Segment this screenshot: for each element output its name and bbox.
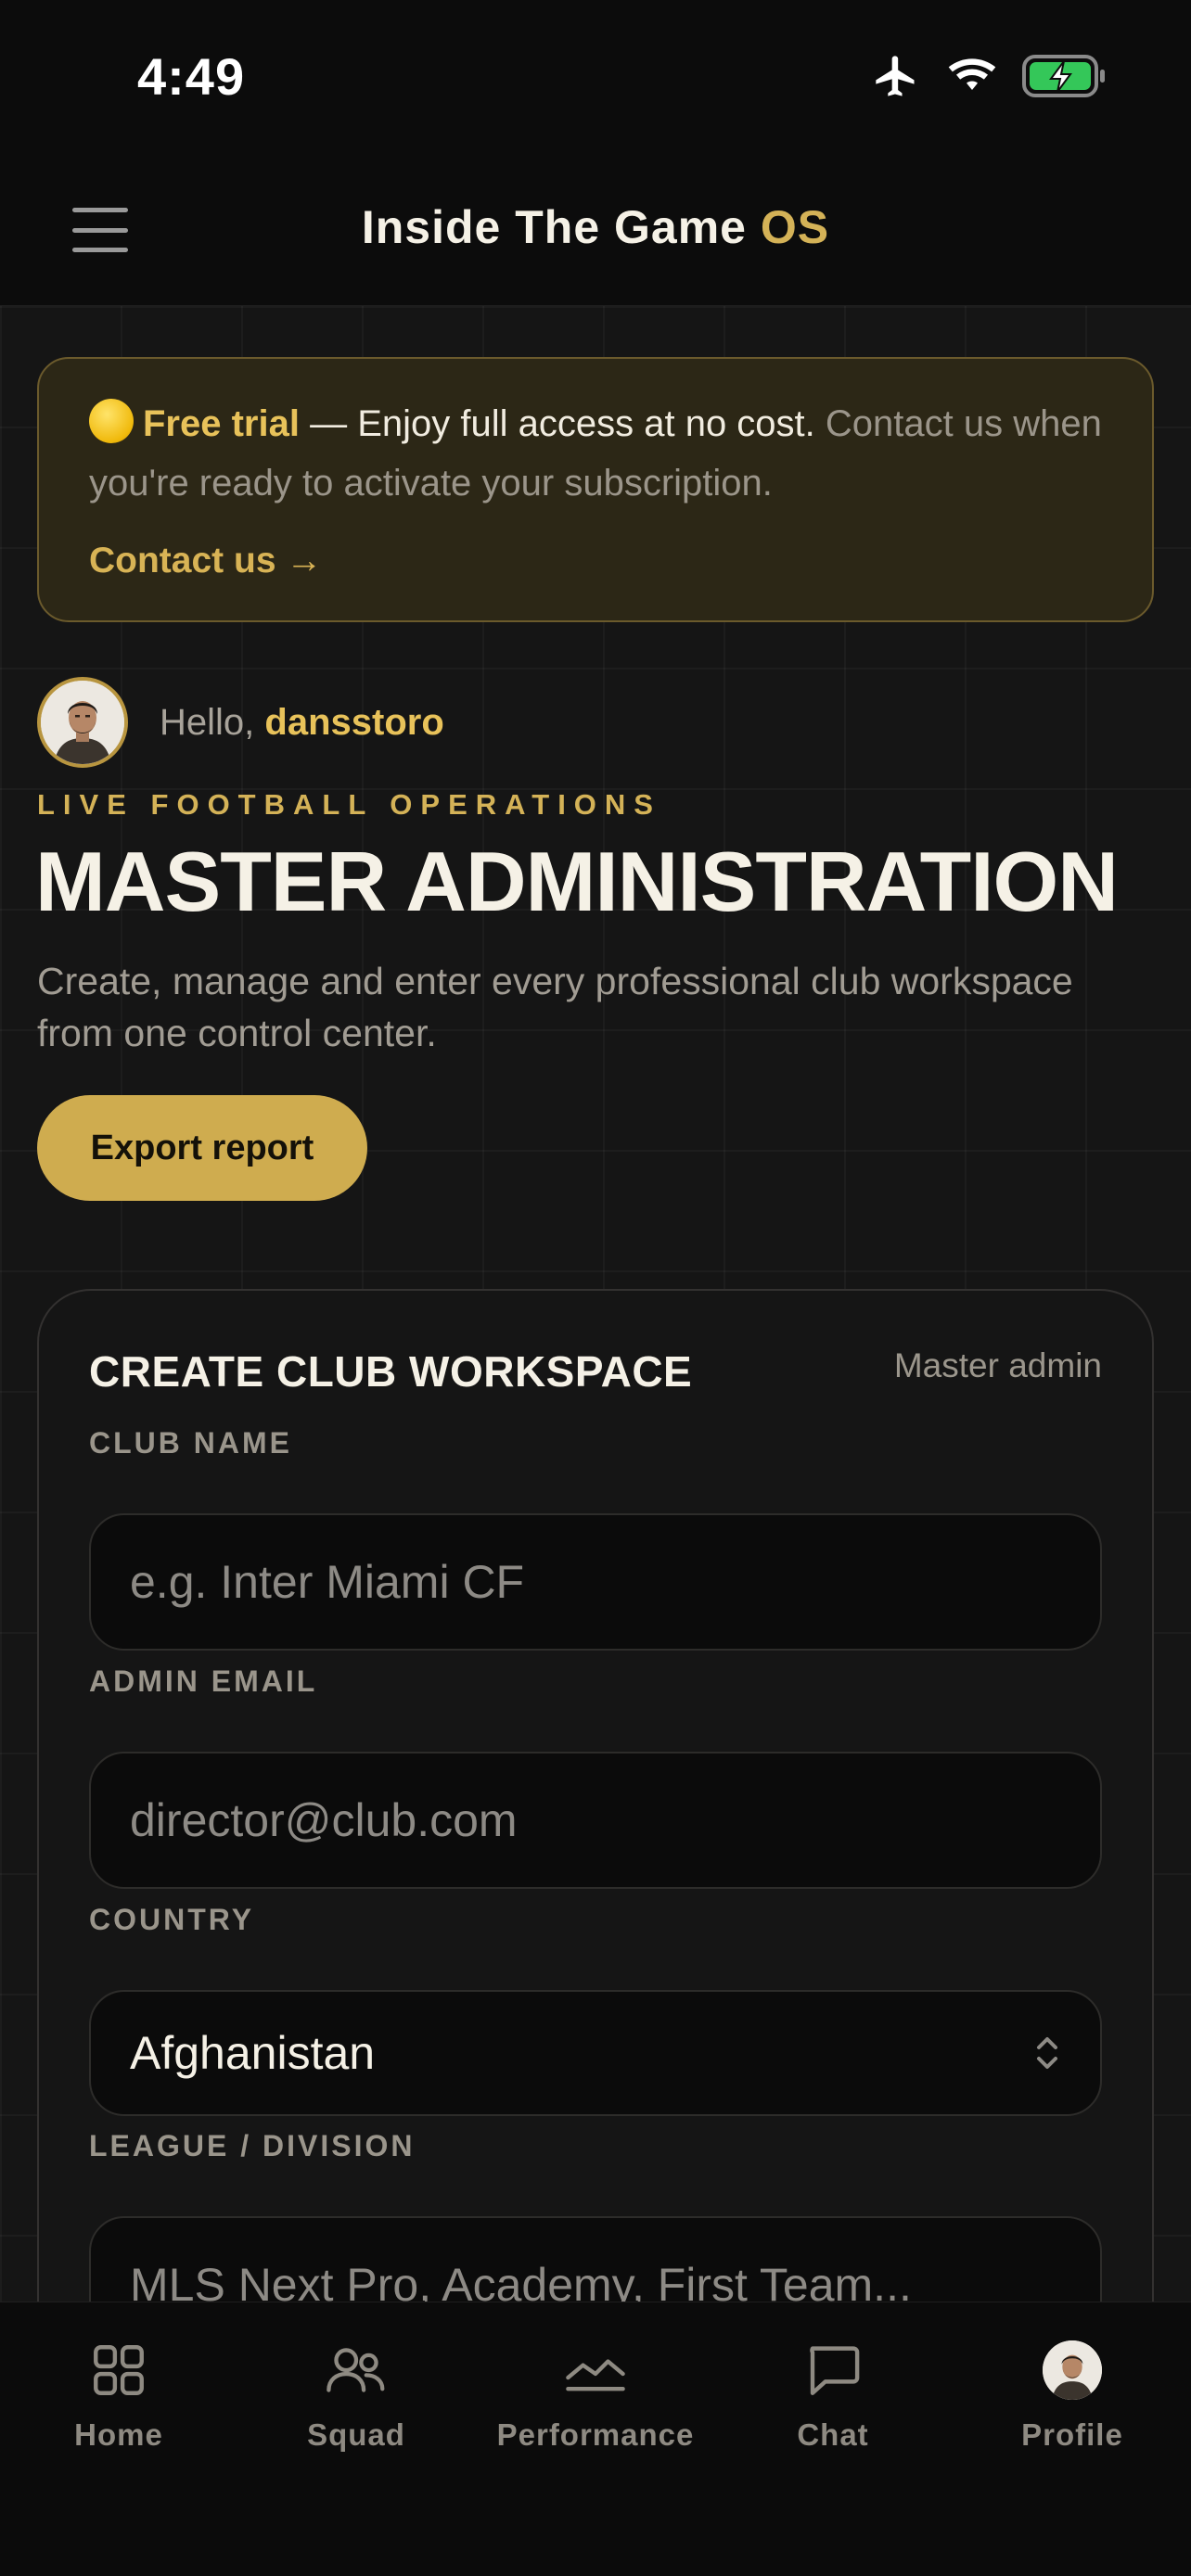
trend-chart-icon: [561, 2336, 630, 2404]
chevron-updown-icon: [1037, 2037, 1057, 2069]
status-time: 4:49: [137, 47, 246, 106]
main-content[interactable]: Free trial — Enjoy full access at no cos…: [0, 306, 1191, 2302]
status-bar: 4:49: [0, 0, 1191, 158]
admin-email-input[interactable]: [89, 1752, 1102, 1889]
app-title-main: Inside The Game: [361, 201, 747, 253]
tab-avatar: [1043, 2340, 1102, 2400]
card-tag: Master admin: [893, 1346, 1102, 1384]
status-icons: [870, 52, 1108, 100]
tab-chat[interactable]: Chat: [722, 2336, 944, 2453]
create-club-card: CREATE CLUB WORKSPACE Master admin CLUB …: [37, 1289, 1154, 2302]
profile-avatar-icon: [1038, 2336, 1107, 2404]
coin-icon: [89, 399, 134, 443]
tab-profile-label: Profile: [1021, 2417, 1123, 2452]
league-input[interactable]: [89, 2216, 1102, 2302]
greeting: Hello, dansstoro: [37, 677, 444, 768]
contact-us-link[interactable]: Contact us →: [89, 541, 1102, 581]
tab-squad-label: Squad: [307, 2417, 405, 2452]
grid-icon: [84, 2336, 153, 2404]
tab-chat-label: Chat: [797, 2417, 869, 2452]
league-label: LEAGUE / DIVISION: [89, 2129, 416, 2162]
username: dansstoro: [264, 701, 444, 743]
battery-charging-icon: [1022, 55, 1105, 97]
country-select[interactable]: Afghanistan: [89, 1990, 1102, 2116]
tab-profile[interactable]: Profile: [961, 2336, 1184, 2453]
country-label: COUNTRY: [89, 1903, 255, 1936]
app-header: Inside The Game OS: [0, 158, 1191, 306]
app-title: Inside The Game OS: [0, 200, 1191, 254]
trial-banner: Free trial — Enjoy full access at no cos…: [37, 357, 1154, 622]
club-name-input[interactable]: [89, 1513, 1102, 1651]
tab-home[interactable]: Home: [7, 2336, 230, 2453]
export-report-button[interactable]: Export report: [37, 1095, 367, 1201]
tab-squad[interactable]: Squad: [245, 2336, 467, 2453]
avatar[interactable]: [37, 677, 128, 768]
tab-bar: Home Squad Performance Chat Profile: [0, 2302, 1191, 2576]
wifi-icon: [948, 58, 996, 90]
app-title-accent: OS: [760, 201, 830, 253]
tab-performance[interactable]: Performance: [484, 2336, 707, 2453]
country-select-value: Afghanistan: [130, 2027, 376, 2079]
tab-performance-label: Performance: [496, 2417, 695, 2452]
chat-bubble-icon: [799, 2336, 867, 2404]
trial-strong: Free trial: [143, 403, 300, 444]
user-photo-icon: [41, 681, 124, 764]
section-eyebrow: LIVE FOOTBALL OPERATIONS: [37, 788, 661, 821]
trial-text: — Enjoy full access at no cost.: [299, 403, 826, 444]
admin-email-label: ADMIN EMAIL: [89, 1664, 318, 1698]
greeting-prefix: Hello,: [160, 701, 265, 743]
tab-home-label: Home: [74, 2417, 163, 2452]
club-name-label: CLUB NAME: [89, 1426, 292, 1460]
airplane-icon: [876, 56, 915, 96]
page-subtitle: Create, manage and enter every professio…: [37, 960, 1073, 1054]
page-title: MASTER ADMINISTRATION: [35, 835, 1119, 929]
users-icon: [322, 2336, 391, 2404]
card-title: CREATE CLUB WORKSPACE: [89, 1347, 693, 1396]
trial-message: Free trial — Enjoy full access at no cos…: [89, 394, 1102, 513]
greeting-text: Hello, dansstoro: [160, 702, 444, 744]
